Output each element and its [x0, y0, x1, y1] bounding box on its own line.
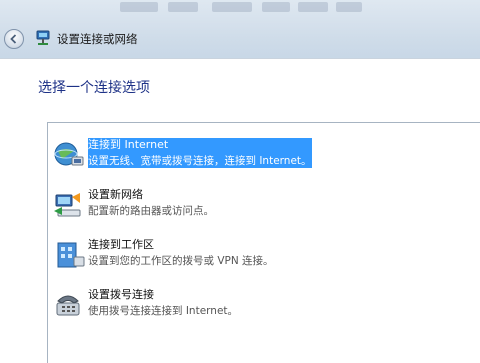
option-title: 设置拨号连接 [88, 288, 154, 301]
option-title: 设置新网络 [88, 188, 143, 201]
background-blur [120, 2, 158, 12]
background-blur [212, 2, 252, 12]
router-setup-icon [54, 193, 81, 217]
back-arrow-icon [10, 34, 17, 44]
background-blur [298, 2, 328, 12]
globe-network-icon [54, 142, 84, 166]
option-description: 配置新的路由器或访问点。 [88, 205, 214, 217]
background-blur [336, 2, 362, 12]
option-title: 连接到工作区 [88, 238, 154, 251]
background-blur [168, 2, 198, 12]
option-workplace[interactable]: 连接到工作区 设置到您的工作区的拨号或 VPN 连接。 [48, 235, 480, 275]
option-dialup[interactable]: 设置拨号连接 使用拨号连接连接到 Internet。 [48, 285, 480, 325]
connection-options-list: 连接到 Internet 设置无线、宽带或拨号连接，连接到 Internet。 … [47, 122, 480, 363]
option-title: 连接到 Internet [88, 138, 169, 151]
dialup-phone-icon [56, 295, 80, 316]
option-description: 使用拨号连接连接到 Internet。 [88, 305, 239, 317]
workplace-icon [57, 242, 85, 268]
wizard-title-bar: 设置连接或网络 [0, 24, 480, 54]
background-blur [262, 2, 290, 12]
option-connect-internet[interactable]: 连接到 Internet 设置无线、宽带或拨号连接，连接到 Internet。 [48, 135, 480, 175]
back-button[interactable] [4, 29, 24, 49]
option-new-network[interactable]: 设置新网络 配置新的路由器或访问点。 [48, 185, 480, 225]
network-wizard-icon [36, 30, 50, 45]
wizard-content: 选择一个连接选项 连接到 Internet 设置无线、宽带或拨号连接，连接到 I… [0, 58, 480, 363]
window-title: 设置连接或网络 [57, 32, 138, 46]
page-heading: 选择一个连接选项 [38, 80, 150, 96]
option-description: 设置到您的工作区的拨号或 VPN 连接。 [88, 255, 274, 267]
option-description: 设置无线、宽带或拨号连接，连接到 Internet。 [88, 155, 312, 167]
